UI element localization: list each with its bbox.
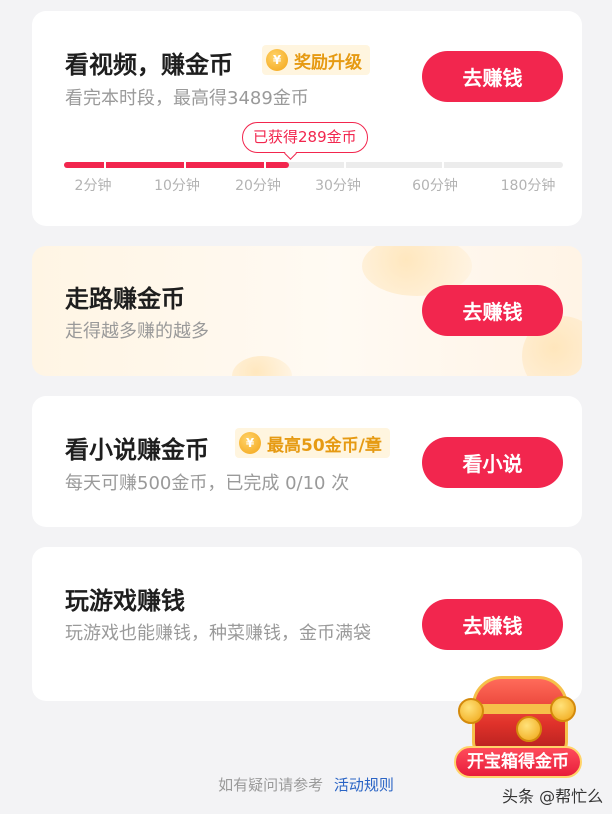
progress-tick	[264, 162, 266, 168]
walk-task-title: 走路赚金币	[65, 285, 185, 313]
watch-progress-track	[64, 162, 563, 168]
watch-progress-fill	[64, 162, 289, 168]
walk-decoration	[232, 356, 292, 376]
chest-coin-icon	[516, 716, 542, 742]
earned-coins-bubble: 已获得289金币	[242, 122, 368, 153]
progress-tick	[442, 162, 444, 168]
tick-label-180min: 180分钟	[500, 178, 556, 194]
novel-task-title: 看小说赚金币	[65, 436, 209, 464]
video-task-card: 看视频，赚金币 ¥ 奖励升级 看完本时段，最高得3489金币 去赚钱 已获得28…	[32, 11, 582, 226]
video-earn-button[interactable]: 去赚钱	[422, 51, 563, 102]
chest-coin-icon	[550, 696, 576, 722]
progress-tick	[104, 162, 106, 168]
coin-icon: ¥	[239, 432, 261, 454]
activity-rules-link[interactable]: 活动规则	[334, 776, 394, 794]
novel-reward-label: 最高50金币/章	[267, 435, 382, 456]
game-task-subtitle: 玩游戏也能赚钱，种菜赚钱，金币满袋	[65, 623, 371, 644]
novel-task-card: 看小说赚金币 ¥ 最高50金币/章 每天可赚500金币，已完成 0/10 次 看…	[32, 396, 582, 527]
treasure-chest-label: 开宝箱得金币	[454, 746, 582, 778]
read-novel-button[interactable]: 看小说	[422, 437, 563, 488]
treasure-chest-button[interactable]: 开宝箱得金币	[454, 668, 582, 780]
video-task-title: 看视频，赚金币	[65, 51, 233, 79]
tick-label-60min: 60分钟	[412, 178, 458, 194]
reward-upgrade-badge: ¥ 奖励升级	[262, 45, 370, 75]
video-task-subtitle: 看完本时段，最高得3489金币	[65, 88, 309, 109]
tick-label-10min: 10分钟	[154, 178, 200, 194]
walk-task-subtitle: 走得越多赚的越多	[65, 321, 209, 342]
tick-label-2min: 2分钟	[74, 178, 112, 194]
walk-earn-button[interactable]: 去赚钱	[422, 285, 563, 336]
progress-tick	[344, 162, 346, 168]
footer-text: 如有疑问请参考	[218, 776, 324, 794]
tick-label-30min: 30分钟	[315, 178, 361, 194]
watermark: 头条 @帮忙么	[502, 787, 604, 806]
tick-label-20min: 20分钟	[235, 178, 281, 194]
walk-task-card: 走路赚金币 走得越多赚的越多 去赚钱	[32, 246, 582, 376]
coin-icon: ¥	[266, 49, 288, 71]
progress-tick	[184, 162, 186, 168]
novel-reward-badge: ¥ 最高50金币/章	[235, 428, 390, 458]
game-task-title: 玩游戏赚钱	[65, 587, 185, 615]
chest-coin-icon	[458, 698, 484, 724]
game-earn-button[interactable]: 去赚钱	[422, 599, 563, 650]
novel-task-subtitle: 每天可赚500金币，已完成 0/10 次	[65, 473, 350, 494]
reward-upgrade-label: 奖励升级	[294, 52, 362, 73]
